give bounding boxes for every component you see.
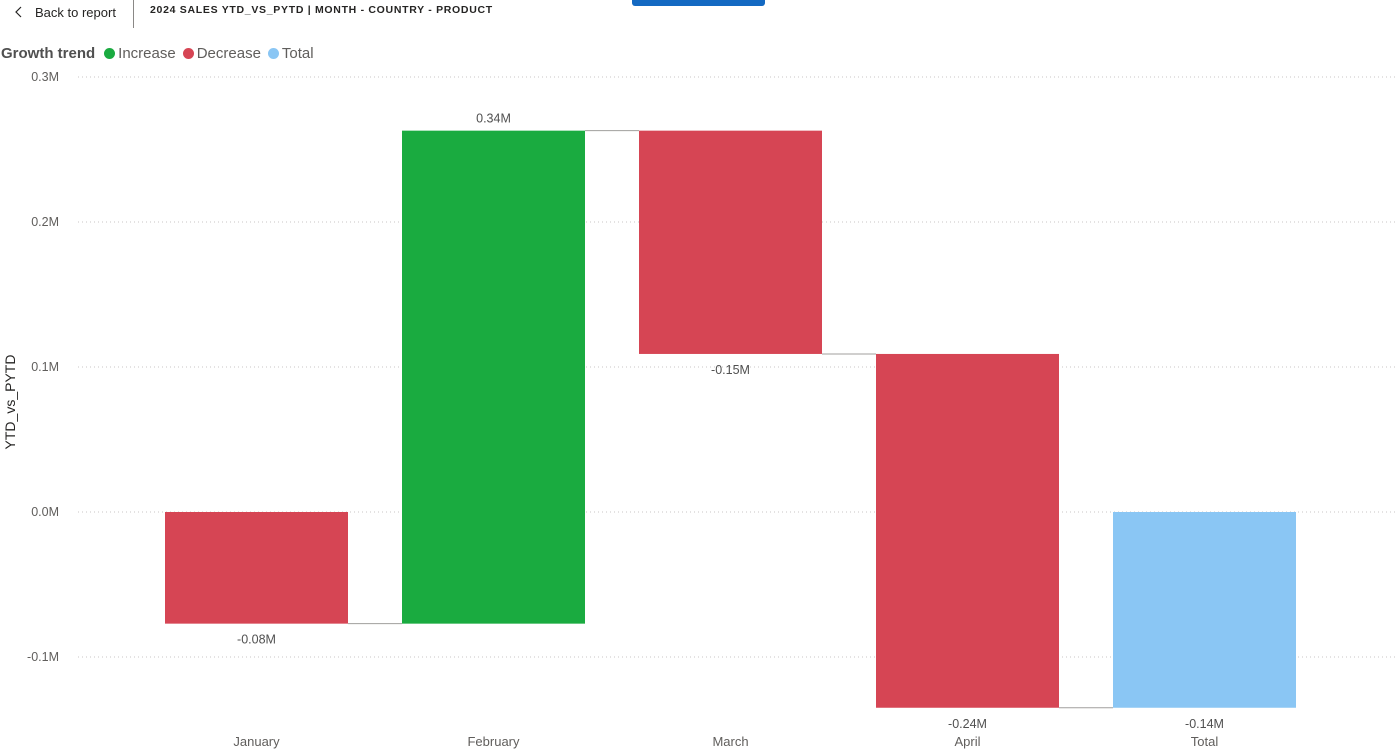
y-axis-title: YTD_vs_PYTD — [2, 355, 18, 450]
data-label-january: -0.08M — [237, 633, 276, 647]
y-tick-label: 0.3M — [31, 70, 59, 84]
x-category-march: March — [712, 734, 748, 749]
y-tick-label: 0.2M — [31, 215, 59, 229]
bar-february[interactable] — [402, 130, 585, 624]
x-category-january: January — [233, 734, 280, 749]
y-tick-label: 0.1M — [31, 360, 59, 374]
bar-march[interactable] — [639, 130, 822, 354]
x-category-april: April — [954, 734, 980, 749]
waterfall-chart: 0.3M 0.2M 0.1M 0.0M -0.1M YTD_vs_PYTD -0.08M… — [2, 70, 1397, 749]
bar-april[interactable] — [876, 353, 1059, 708]
x-category-total: Total — [1191, 734, 1219, 749]
y-tick-label: -0.1M — [27, 650, 59, 664]
bar-january[interactable] — [165, 512, 348, 624]
bars — [165, 130, 1296, 708]
y-tick-label: 0.0M — [31, 505, 59, 519]
data-label-march: -0.15M — [711, 363, 750, 377]
y-axis-ticks: 0.3M 0.2M 0.1M 0.0M -0.1M — [27, 70, 59, 664]
x-axis-categories: January February March April Total — [233, 734, 1218, 749]
data-label-april: -0.24M — [948, 717, 987, 731]
data-label-february: 0.34M — [476, 112, 511, 126]
bar-total[interactable] — [1113, 512, 1296, 708]
data-label-total: -0.14M — [1185, 717, 1224, 731]
x-category-february: February — [467, 734, 520, 749]
